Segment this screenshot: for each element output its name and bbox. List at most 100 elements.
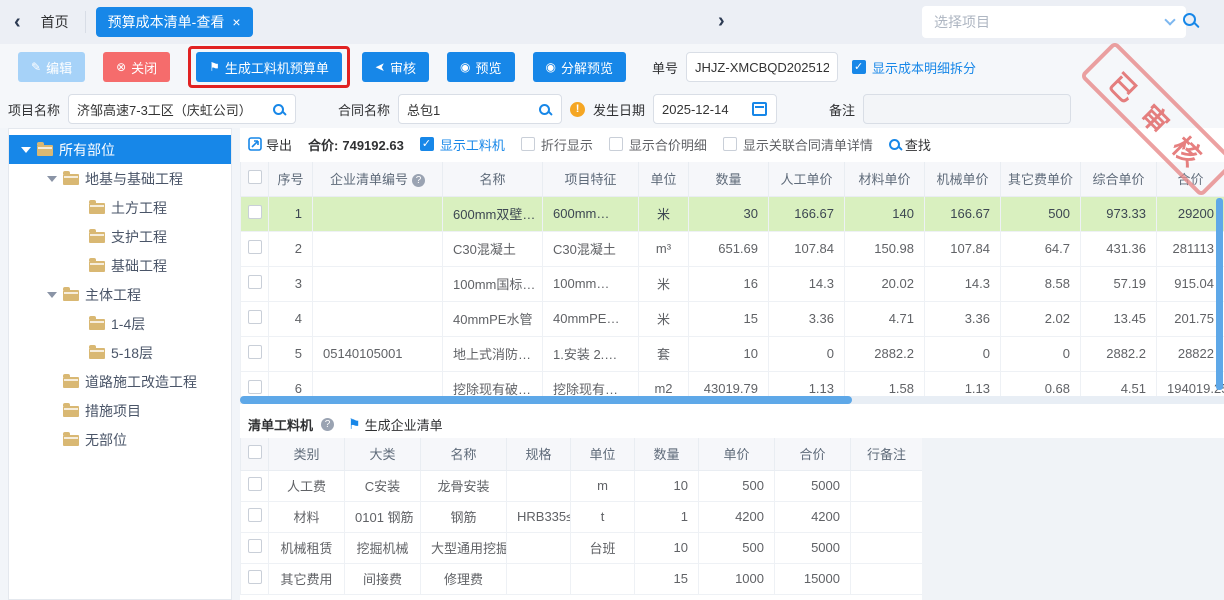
- show-cost-split-toggle[interactable]: 显示成本明细拆分: [852, 58, 976, 77]
- help-icon[interactable]: ?: [321, 418, 334, 431]
- tree-item[interactable]: 措施项目: [9, 396, 231, 425]
- tab-home[interactable]: 首页: [35, 12, 85, 32]
- split-preview-button[interactable]: ◉ 分解预览: [533, 52, 627, 82]
- row-checkbox[interactable]: [248, 310, 262, 324]
- table-cell: 57.19: [1081, 266, 1157, 301]
- flag-icon: ⚑: [209, 60, 220, 74]
- toggle-wrap-lines[interactable]: 折行显示: [521, 135, 593, 154]
- table-row[interactable]: 6挖除现有破…挖除现有…m243019.791.131.581.130.684.…: [241, 371, 1224, 396]
- toggle-show-labor-material[interactable]: 显示工料机: [420, 135, 505, 154]
- tab-budget-cost-list[interactable]: 预算成本清单-查看 ×: [96, 7, 253, 37]
- doc-no-input[interactable]: [686, 52, 838, 82]
- remark-input[interactable]: [863, 94, 1071, 124]
- checkbox-icon[interactable]: [521, 137, 535, 151]
- audit-button[interactable]: ➤ 审核: [362, 52, 429, 82]
- checkbox-icon[interactable]: [609, 137, 623, 151]
- folder-icon: [89, 319, 105, 330]
- table-cell: m2: [639, 371, 689, 396]
- search-icon[interactable]: [273, 104, 284, 115]
- table-row[interactable]: 3100mm国标…100mm…米1614.320.0214.38.5857.19…: [241, 266, 1224, 301]
- vertical-scrollbar[interactable]: [1216, 198, 1223, 390]
- find-button[interactable]: 查找: [889, 135, 931, 154]
- checkbox-icon[interactable]: [723, 137, 737, 151]
- table-toolbar: 导出 合价:749192.63 显示工料机 折行显示 显示合价明细 显示关联合同…: [240, 128, 1224, 160]
- row-checkbox[interactable]: [248, 205, 262, 219]
- generate-labor-material-budget-button[interactable]: ⚑ 生成工料机预算单: [196, 52, 342, 82]
- tree-item[interactable]: 所有部位: [9, 135, 231, 164]
- table-row[interactable]: 505140105001地上式消防…1.安装 2.…套1002882.20028…: [241, 336, 1224, 371]
- project-select[interactable]: [922, 6, 1186, 38]
- table-row[interactable]: 440mmPE水管40mmPE…米153.364.713.362.0213.45…: [241, 301, 1224, 336]
- contract-name-input[interactable]: [398, 94, 562, 124]
- table-row[interactable]: 其它费用间接费修理费15100015000: [241, 563, 923, 594]
- tab-close-icon[interactable]: ×: [232, 14, 240, 30]
- preview-button[interactable]: ◉ 预览: [447, 52, 515, 82]
- row-checkbox[interactable]: [248, 240, 262, 254]
- table-cell: [851, 563, 923, 594]
- select-all-checkbox[interactable]: [248, 445, 262, 459]
- table-cell: [507, 563, 571, 594]
- row-checkbox[interactable]: [248, 539, 262, 553]
- table-row[interactable]: 人工费C安装龙骨安装m105005000: [241, 470, 923, 501]
- table-cell: [313, 266, 443, 301]
- close-button[interactable]: ⊗ 关闭: [103, 52, 170, 82]
- scrollbar-thumb[interactable]: [240, 396, 852, 404]
- tree-item[interactable]: 支护工程: [9, 222, 231, 251]
- select-all-checkbox[interactable]: [248, 170, 262, 184]
- row-checkbox[interactable]: [248, 508, 262, 522]
- table-cell: 201.75: [1157, 301, 1224, 336]
- col-header: 机械单价: [925, 162, 1001, 196]
- tree-item[interactable]: 5-18层: [9, 338, 231, 367]
- toggle-show-linked-contract-detail[interactable]: 显示关联合同清单详情: [723, 135, 873, 154]
- table-cell: 15: [635, 563, 699, 594]
- chevron-down-icon[interactable]: [1164, 14, 1175, 25]
- table-row[interactable]: 材料0101 钢筋钢筋HRB335≤t142004200: [241, 501, 923, 532]
- back-chevron-icon[interactable]: ‹: [0, 11, 35, 34]
- row-checkbox-cell: [241, 231, 269, 266]
- table-row[interactable]: 1600mm双壁…600mm…米30166.67140166.67500973.…: [241, 196, 1224, 231]
- generate-enterprise-list-button[interactable]: 生成企业清单: [365, 415, 443, 434]
- global-search-button[interactable]: [1183, 11, 1196, 26]
- table-row[interactable]: 机械租赁挖掘机械大型通用挖掘台班105005000: [241, 532, 923, 563]
- folder-icon: [89, 203, 105, 214]
- edit-button[interactable]: ✎ 编辑: [18, 52, 85, 82]
- tree-item[interactable]: 土方工程: [9, 193, 231, 222]
- project-name-input[interactable]: [68, 94, 296, 124]
- tree-item[interactable]: 1-4层: [9, 309, 231, 338]
- row-checkbox[interactable]: [248, 275, 262, 289]
- table-cell: 1.13: [769, 371, 845, 396]
- row-checkbox[interactable]: [248, 570, 262, 584]
- table-row[interactable]: 2C30混凝土C30混凝土m³651.69107.84150.98107.846…: [241, 231, 1224, 266]
- checkbox-checked-icon[interactable]: [420, 137, 434, 151]
- empty-area: [922, 438, 1224, 600]
- row-checkbox[interactable]: [248, 345, 262, 359]
- help-icon[interactable]: ?: [412, 174, 425, 187]
- project-select-input[interactable]: [934, 14, 1166, 30]
- caret-down-icon[interactable]: [21, 147, 31, 153]
- export-button[interactable]: 导出: [248, 135, 292, 154]
- table-cell: 0: [925, 336, 1001, 371]
- tree-item[interactable]: 基础工程: [9, 251, 231, 280]
- table-cell: 140: [845, 196, 925, 231]
- table-cell: C安装: [345, 470, 421, 501]
- caret-down-icon[interactable]: [47, 292, 57, 298]
- row-checkbox[interactable]: [248, 380, 262, 394]
- tree-item[interactable]: 道路施工改造工程: [9, 367, 231, 396]
- row-checkbox[interactable]: [248, 477, 262, 491]
- calendar-icon[interactable]: [752, 102, 767, 116]
- forward-chevron-icon[interactable]: ›: [718, 10, 725, 33]
- checkbox-checked-icon[interactable]: [852, 60, 866, 74]
- toggle-show-total-detail[interactable]: 显示合价明细: [609, 135, 707, 154]
- col-header: 人工单价: [769, 162, 845, 196]
- col-header: 企业清单编号?: [313, 162, 443, 196]
- horizontal-scrollbar[interactable]: [240, 396, 1224, 404]
- tree-item[interactable]: 地基与基础工程: [9, 164, 231, 193]
- top-tab-bar: ‹ 首页 预算成本清单-查看 × ›: [0, 0, 1224, 44]
- search-icon[interactable]: [539, 104, 550, 115]
- tree-item[interactable]: 无部位: [9, 425, 231, 454]
- table-cell: 150.98: [845, 231, 925, 266]
- tree-item[interactable]: 主体工程: [9, 280, 231, 309]
- table-cell: 1: [269, 196, 313, 231]
- caret-down-icon[interactable]: [47, 176, 57, 182]
- tree-item-label: 无部位: [85, 430, 127, 450]
